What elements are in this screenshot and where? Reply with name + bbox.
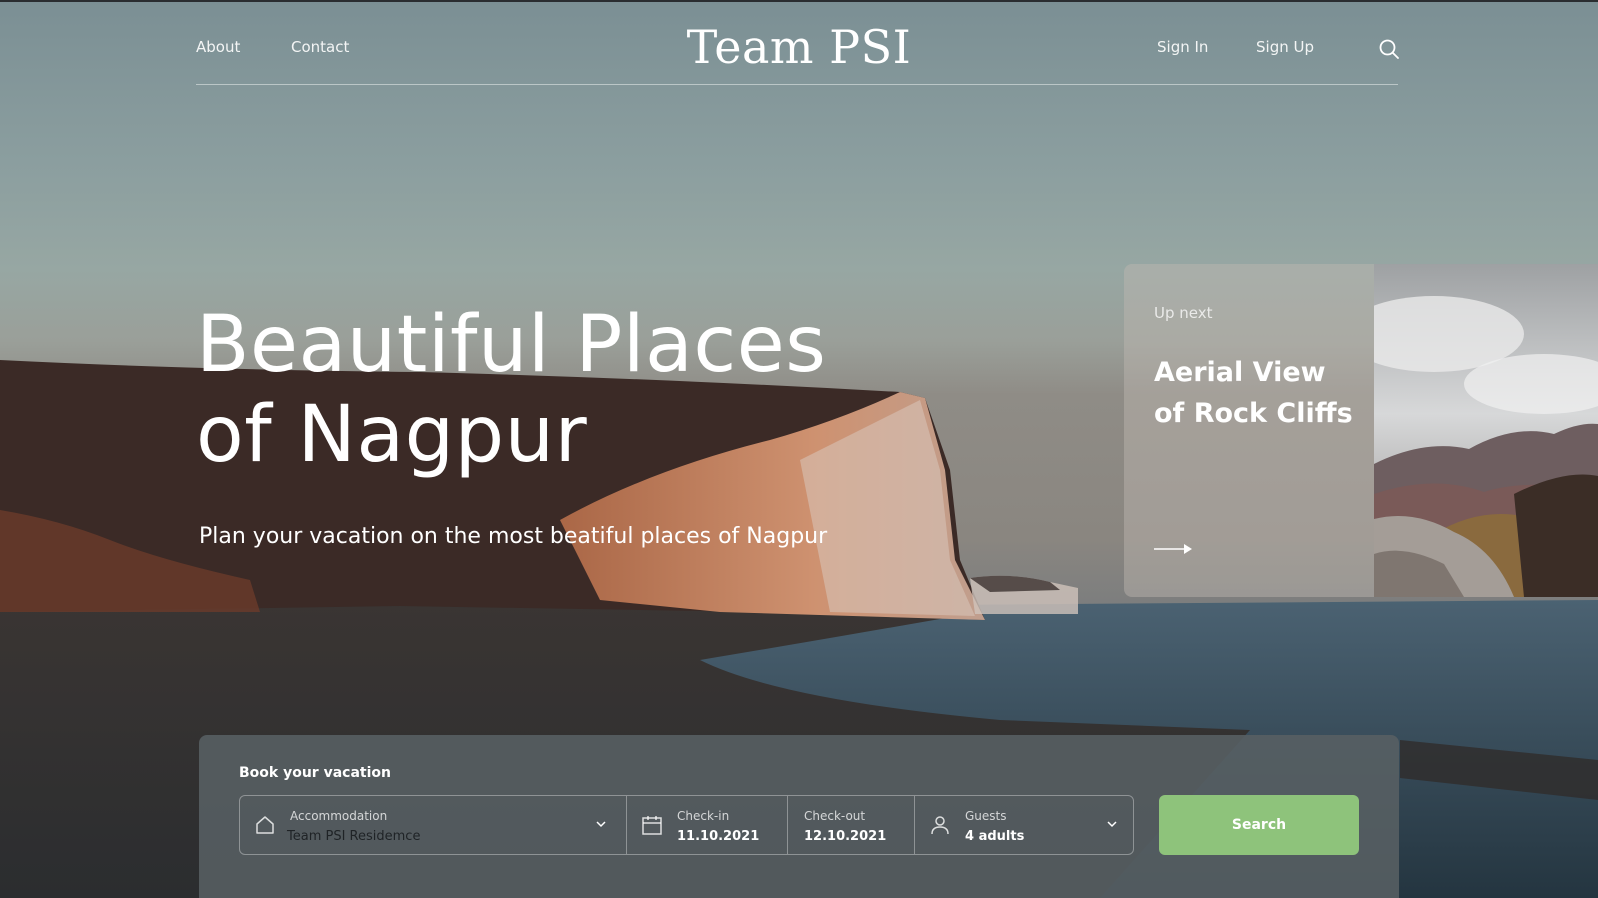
guests-select[interactable]: Guests 4 adults <box>915 796 1132 854</box>
check-out-label: Check-out <box>804 809 866 823</box>
booking-panel: Book your vacation Accommodation Team PS… <box>199 735 1399 898</box>
check-out-field[interactable]: Check-out 12.10.2021 <box>788 796 915 854</box>
booking-title: Book your vacation <box>239 765 391 781</box>
home-icon <box>256 816 274 834</box>
check-in-value: 11.10.2021 <box>677 829 760 844</box>
up-next-panel: Up next Aerial View of Rock Cliffs <box>1124 264 1374 597</box>
chevron-down-icon <box>1107 821 1117 828</box>
guests-value: 4 adults <box>965 829 1025 844</box>
page: About Contact Team PSI Sign In Sign Up B… <box>0 0 1598 898</box>
accommodation-label: Accommodation <box>290 809 388 823</box>
sign-up-link[interactable]: Sign Up <box>1256 38 1314 56</box>
hero-title: Beautiful Places of Nagpur <box>196 300 956 480</box>
check-out-value: 12.10.2021 <box>804 829 887 844</box>
up-next-image <box>1374 264 1598 597</box>
arrow-right-icon[interactable] <box>1154 542 1194 556</box>
check-in-field[interactable]: Check-in 11.10.2021 <box>627 796 788 854</box>
calendar-icon <box>642 816 662 835</box>
booking-fields: Accommodation Team PSI Residemce Check-i… <box>239 795 1134 855</box>
sign-in-link[interactable]: Sign In <box>1157 38 1208 56</box>
up-next-card[interactable]: Up next Aerial View of Rock Cliffs <box>1124 264 1598 597</box>
search-button[interactable]: Search <box>1159 795 1359 855</box>
header-divider <box>196 84 1398 85</box>
chevron-down-icon <box>596 821 606 828</box>
search-icon[interactable] <box>1378 38 1400 60</box>
hero-subtitle: Plan your vacation on the most beatiful … <box>199 524 828 549</box>
accommodation-select[interactable]: Accommodation Team PSI Residemce <box>240 796 627 854</box>
check-in-label: Check-in <box>677 809 730 823</box>
hero-title-line2: of Nagpur <box>196 390 588 480</box>
accommodation-value: Team PSI Residemce <box>287 829 421 844</box>
user-icon <box>931 816 949 835</box>
hero-title-line1: Beautiful Places <box>196 300 827 390</box>
up-next-label: Up next <box>1154 304 1213 322</box>
guests-label: Guests <box>965 809 1007 823</box>
up-next-title[interactable]: Aerial View of Rock Cliffs <box>1154 352 1354 434</box>
logo[interactable]: Team PSI <box>0 20 1598 74</box>
